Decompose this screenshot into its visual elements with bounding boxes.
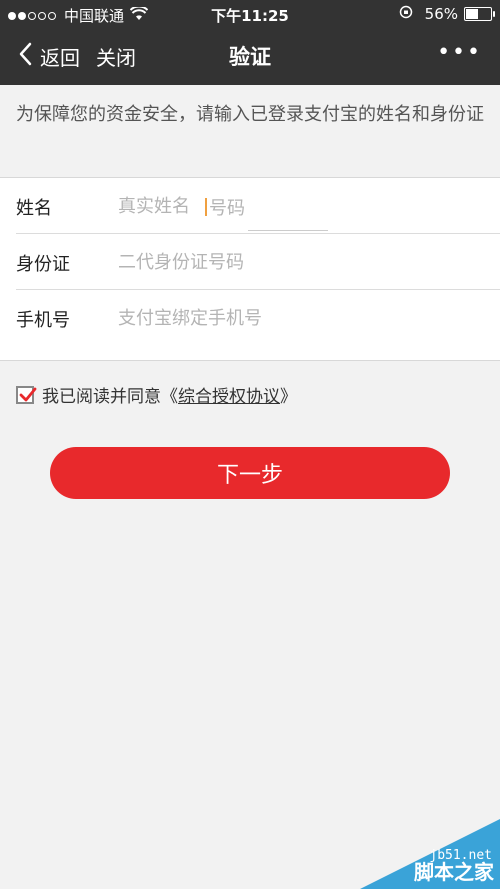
close-button[interactable]: 关闭 [96, 42, 136, 71]
text-cursor [205, 198, 207, 216]
battery-fill [466, 9, 478, 19]
status-bar: 中国联通 下午11:25 56% [0, 0, 500, 28]
form-row-phone: 手机号 [0, 290, 500, 346]
battery-icon [464, 7, 495, 21]
agreement-suffix: 》 [280, 387, 297, 407]
back-button[interactable]: 返回 [18, 42, 80, 71]
id-card-input[interactable] [118, 246, 478, 278]
verification-form: 姓名 号码 身份证 手机号 [0, 177, 500, 361]
agreement-prefix: 我已阅读并同意《 [42, 387, 178, 407]
rotation-lock-icon [399, 5, 413, 23]
name-input[interactable] [118, 190, 478, 222]
checkmark-icon [19, 387, 37, 401]
phone-label: 手机号 [16, 310, 70, 331]
overlapping-placeholder-text: 号码 [205, 194, 245, 220]
security-notice: 为保障您的资金安全，请输入已登录支付宝的姓名和身份证 [16, 104, 484, 125]
ghost-underline [248, 230, 328, 231]
battery-percent: 56% [424, 5, 458, 23]
phone-input[interactable] [118, 302, 478, 334]
form-row-id-card: 身份证 [0, 234, 500, 290]
watermark-name: 脚本之家 [414, 860, 494, 884]
navigation-bar: 返回 关闭 验证 ••• [0, 28, 500, 85]
back-label: 返回 [40, 46, 80, 70]
site-watermark: jb51.net 脚本之家 [360, 819, 500, 889]
more-options-button[interactable]: ••• [437, 40, 482, 65]
name-label: 姓名 [16, 198, 52, 219]
next-step-button[interactable]: 下一步 [50, 447, 450, 499]
form-row-name: 姓名 号码 [0, 178, 500, 234]
id-card-label: 身份证 [16, 254, 70, 275]
agreement-link[interactable]: 综合授权协议 [178, 382, 280, 407]
chevron-left-icon [18, 42, 32, 71]
agreement-checkbox[interactable] [16, 385, 37, 404]
agreement-row: 我已阅读并同意《 综合授权协议》 [16, 382, 297, 407]
